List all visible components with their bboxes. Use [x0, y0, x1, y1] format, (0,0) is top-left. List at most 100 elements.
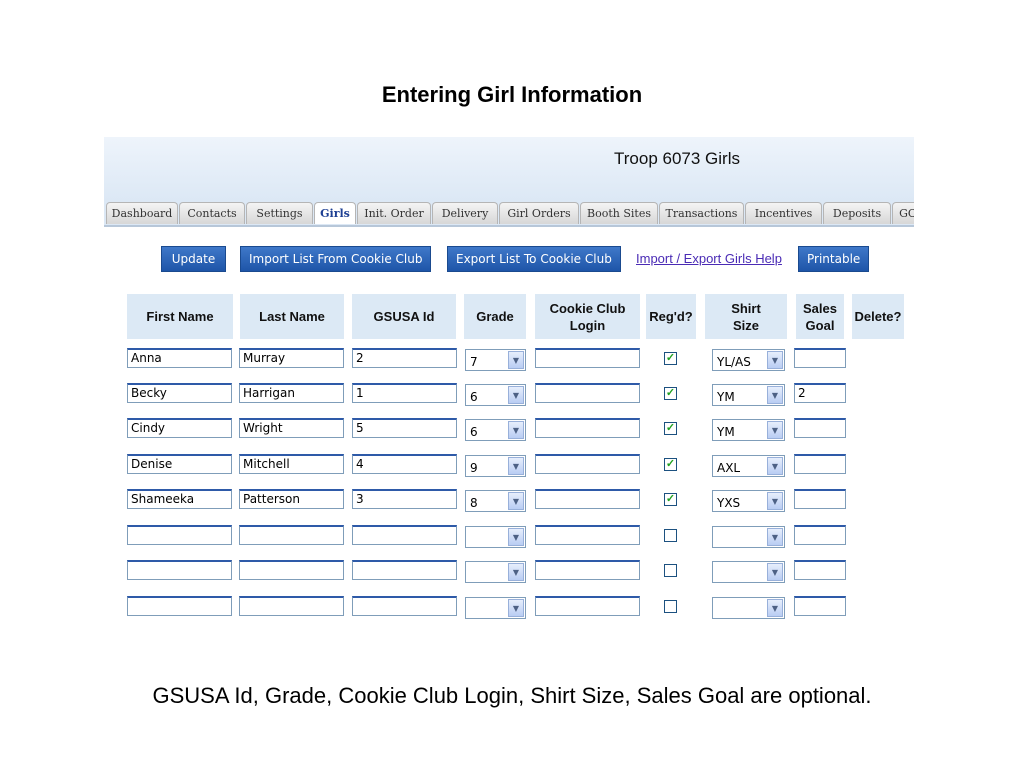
cookie-club-login-input[interactable]: [535, 348, 640, 368]
tab-incentives[interactable]: Incentives: [745, 202, 822, 224]
chevron-down-icon[interactable]: ▼: [508, 386, 524, 404]
sales-goal-input[interactable]: [794, 596, 846, 616]
tab-booth-sites[interactable]: Booth Sites: [580, 202, 658, 224]
regd-checkbox[interactable]: ✓: [664, 493, 677, 506]
sales-goal-input[interactable]: [794, 525, 846, 545]
gsusa-id-input[interactable]: 2: [352, 348, 457, 368]
tab-contacts[interactable]: Contacts: [179, 202, 245, 224]
sales-goal-input[interactable]: [794, 489, 846, 509]
tab-init-order[interactable]: Init. Order: [357, 202, 431, 224]
sales-goal-input[interactable]: [794, 560, 846, 580]
sales-goal-input[interactable]: [794, 454, 846, 474]
regd-checkbox[interactable]: ✓: [664, 422, 677, 435]
regd-checkbox[interactable]: ✓: [664, 458, 677, 471]
first-name-input[interactable]: Becky: [127, 383, 232, 403]
chevron-down-icon[interactable]: ▼: [767, 599, 783, 617]
first-name-input[interactable]: Denise: [127, 454, 232, 474]
shirt-size-select[interactable]: YM ▼: [712, 384, 785, 406]
sales-goal-input[interactable]: [794, 348, 846, 368]
grade-select[interactable]: ▼: [465, 561, 526, 583]
chevron-down-icon[interactable]: ▼: [508, 457, 524, 475]
last-name-input[interactable]: [239, 525, 344, 545]
chevron-down-icon[interactable]: ▼: [767, 563, 783, 581]
last-name-input[interactable]: Patterson: [239, 489, 344, 509]
gsusa-id-input[interactable]: 1: [352, 383, 457, 403]
import-export-help-link[interactable]: Import / Export Girls Help: [636, 251, 782, 266]
cookie-club-login-input[interactable]: [535, 560, 640, 580]
grade-select[interactable]: ▼: [465, 526, 526, 548]
cookie-club-login-input[interactable]: [535, 489, 640, 509]
gsusa-id-input[interactable]: [352, 596, 457, 616]
grade-select[interactable]: 6 ▼: [465, 419, 526, 441]
chevron-down-icon[interactable]: ▼: [767, 421, 783, 439]
first-name-input[interactable]: Anna: [127, 348, 232, 368]
cookie-club-login-input[interactable]: [535, 525, 640, 545]
regd-checkbox[interactable]: ✓: [664, 387, 677, 400]
chevron-down-icon[interactable]: ▼: [508, 492, 524, 510]
regd-checkbox[interactable]: [664, 529, 677, 542]
cookie-club-login-input[interactable]: [535, 383, 640, 403]
chevron-down-icon[interactable]: ▼: [767, 528, 783, 546]
gsusa-id-input[interactable]: [352, 560, 457, 580]
first-name-input[interactable]: [127, 525, 232, 545]
grade-select[interactable]: 9 ▼: [465, 455, 526, 477]
tab-girls[interactable]: Girls: [314, 202, 356, 224]
sales-goal-input[interactable]: [794, 418, 846, 438]
grade-select[interactable]: ▼: [465, 597, 526, 619]
chevron-down-icon[interactable]: ▼: [508, 351, 524, 369]
first-name-input[interactable]: [127, 560, 232, 580]
shirt-size-select[interactable]: ▼: [712, 526, 785, 548]
shirt-size-select[interactable]: AXL ▼: [712, 455, 785, 477]
chevron-down-icon[interactable]: ▼: [508, 421, 524, 439]
tab-settings[interactable]: Settings: [246, 202, 313, 224]
tab-transactions[interactable]: Transactions: [659, 202, 744, 224]
first-name-input[interactable]: Shameeka: [127, 489, 232, 509]
chevron-down-icon[interactable]: ▼: [508, 563, 524, 581]
chevron-down-icon[interactable]: ▼: [767, 351, 783, 369]
last-name-input[interactable]: Harrigan: [239, 383, 344, 403]
tab-go[interactable]: GO: [892, 202, 914, 224]
cookie-club-login-input[interactable]: [535, 596, 640, 616]
grade-select[interactable]: 7 ▼: [465, 349, 526, 371]
last-name-input[interactable]: [239, 560, 344, 580]
shirt-size-select[interactable]: YM ▼: [712, 419, 785, 441]
tab-dashboard[interactable]: Dashboard: [106, 202, 178, 224]
grade-select[interactable]: 8 ▼: [465, 490, 526, 512]
import-button[interactable]: Import List From Cookie Club: [240, 246, 432, 272]
gsusa-id-input[interactable]: 5: [352, 418, 457, 438]
tab-girl-orders[interactable]: Girl Orders: [499, 202, 579, 224]
shirt-size-select[interactable]: YL/AS ▼: [712, 349, 785, 371]
export-button[interactable]: Export List To Cookie Club: [447, 246, 621, 272]
last-name-input[interactable]: Wright: [239, 418, 344, 438]
sales-goal-input[interactable]: 2: [794, 383, 846, 403]
shirt-size-select[interactable]: ▼: [712, 597, 785, 619]
regd-checkbox[interactable]: ✓: [664, 352, 677, 365]
chevron-down-icon[interactable]: ▼: [767, 492, 783, 510]
chevron-down-icon[interactable]: ▼: [767, 457, 783, 475]
chevron-down-icon[interactable]: ▼: [767, 386, 783, 404]
first-name-input[interactable]: [127, 596, 232, 616]
first-name-input[interactable]: Cindy: [127, 418, 232, 438]
update-button[interactable]: Update: [161, 246, 226, 272]
regd-checkbox[interactable]: [664, 564, 677, 577]
printable-button[interactable]: Printable: [798, 246, 870, 272]
col-shirt-size: Shirt Size: [705, 294, 787, 339]
gsusa-id-input[interactable]: 3: [352, 489, 457, 509]
checkmark-icon: ✓: [665, 422, 676, 434]
shirt-size-select[interactable]: ▼: [712, 561, 785, 583]
grade-select[interactable]: 6 ▼: [465, 384, 526, 406]
app-screenshot: Troop 6073 Girls Dashboard Contacts Sett…: [104, 137, 914, 627]
last-name-input[interactable]: Mitchell: [239, 454, 344, 474]
tab-delivery[interactable]: Delivery: [432, 202, 498, 224]
chevron-down-icon[interactable]: ▼: [508, 599, 524, 617]
chevron-down-icon[interactable]: ▼: [508, 528, 524, 546]
regd-checkbox[interactable]: [664, 600, 677, 613]
shirt-size-select[interactable]: YXS ▼: [712, 490, 785, 512]
gsusa-id-input[interactable]: 4: [352, 454, 457, 474]
cookie-club-login-input[interactable]: [535, 418, 640, 438]
tab-deposits[interactable]: Deposits: [823, 202, 891, 224]
gsusa-id-input[interactable]: [352, 525, 457, 545]
cookie-club-login-input[interactable]: [535, 454, 640, 474]
last-name-input[interactable]: [239, 596, 344, 616]
last-name-input[interactable]: Murray: [239, 348, 344, 368]
